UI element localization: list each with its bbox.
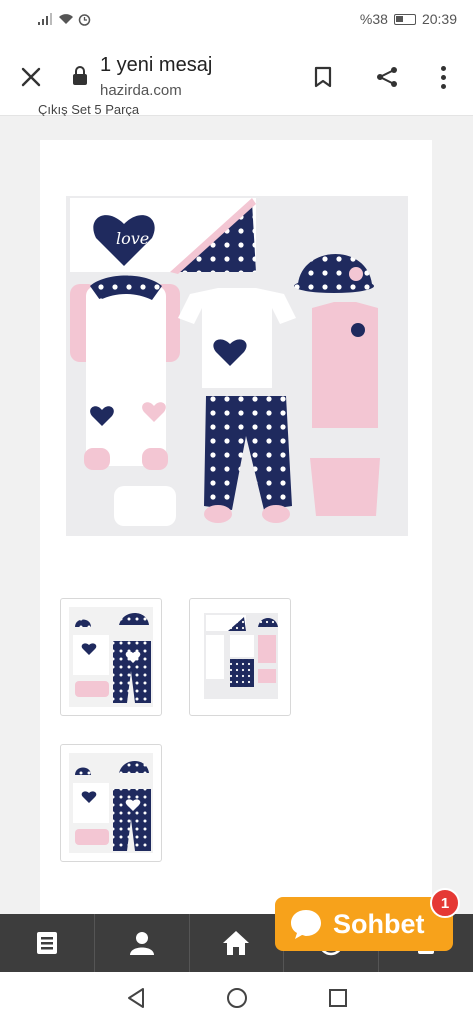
nav-home-button[interactable] [190, 914, 285, 972]
clock: 20:39 [421, 11, 457, 27]
product-title: Çıkış Set 5 Parça [38, 102, 140, 116]
bookmark-icon [314, 66, 332, 88]
nav-menu-button[interactable] [0, 914, 95, 972]
share-icon [377, 67, 397, 87]
page-title[interactable]: 1 yeni mesaj [100, 54, 212, 77]
home-icon [223, 931, 250, 955]
status-bar: %38 20:39 [0, 0, 473, 38]
back-icon[interactable] [126, 987, 146, 1009]
alarm-icon [78, 13, 91, 26]
status-icons [38, 13, 91, 26]
chat-label: Sohbet [333, 908, 425, 939]
love-text: love [116, 229, 149, 248]
close-button[interactable] [14, 60, 48, 94]
home-circle-icon[interactable] [226, 987, 248, 1009]
product-thumbnail[interactable] [60, 598, 162, 716]
more-menu-button[interactable] [428, 60, 458, 94]
page-domain[interactable]: hazirda.com [100, 82, 182, 99]
chat-notification-badge: 1 [430, 888, 460, 918]
baby-clothes-set-image: love [66, 196, 408, 536]
chat-button[interactable]: Sohbet [275, 897, 453, 951]
wifi-icon [59, 14, 73, 24]
lock-icon [73, 66, 87, 85]
signal-icon [38, 13, 52, 25]
thumbnail-image [69, 607, 153, 707]
recents-icon[interactable] [328, 988, 348, 1008]
system-navigation-bar [0, 972, 473, 1024]
share-button[interactable] [370, 60, 404, 94]
thumbnail-image [204, 613, 278, 699]
battery-icon [393, 13, 416, 25]
chat-bubble-icon [291, 910, 321, 939]
thumbnail-image [69, 753, 153, 853]
battery-percent: %38 [359, 11, 388, 27]
product-thumbnail[interactable] [60, 744, 162, 862]
list-icon [36, 932, 57, 954]
product-thumbnail[interactable] [189, 598, 291, 716]
close-icon [21, 67, 41, 87]
bookmark-button[interactable] [306, 60, 340, 94]
nav-account-button[interactable] [95, 914, 190, 972]
main-product-image[interactable]: love [66, 196, 408, 536]
user-icon [129, 932, 154, 955]
